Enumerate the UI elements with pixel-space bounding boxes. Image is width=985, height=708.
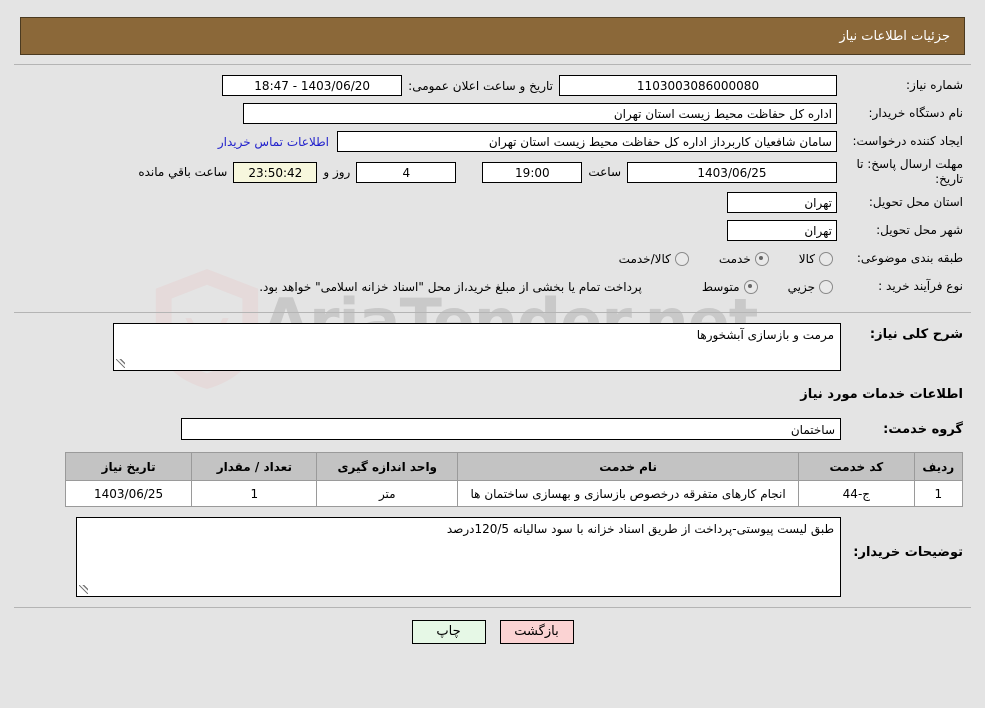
- cell-name: انجام کارهای متفرقه درخصوص بازسازی و بهس…: [457, 480, 800, 507]
- deadline-label: مهلت ارسال پاسخ: تا تاریخ:: [856, 157, 963, 186]
- city-value: تهران: [727, 220, 837, 241]
- deadline-date-value: 1403/06/25: [627, 161, 837, 183]
- announce-label: تاریخ و ساعت اعلان عمومی:: [408, 78, 553, 93]
- announce-value: 1403/06/20 - 18:47: [222, 75, 403, 96]
- creator-row: ایجاد کننده درخواست: سامان شافعیان کاربر…: [14, 129, 971, 154]
- category-option-khedmat[interactable]: خدمت: [718, 251, 769, 266]
- table-header-row: ردیف کد خدمت نام خدمت واحد اندازه گیری ت…: [64, 452, 964, 481]
- cell-code: ج-44: [798, 480, 915, 507]
- remark-row: توضیحات خریدار: طبق لیست پیوستی-پرداخت ا…: [14, 517, 963, 597]
- buyer-contact-link[interactable]: اطلاعات تماس خریدار: [210, 135, 337, 149]
- th-code: کد خدمت: [798, 452, 915, 481]
- province-value: تهران: [727, 192, 837, 213]
- print-button[interactable]: چاپ: [411, 620, 486, 644]
- th-unit: واحد اندازه گیری: [316, 452, 459, 481]
- creator-value: سامان شافعیان کاربرداز اداره کل حفاظت مح…: [337, 131, 837, 152]
- service-items-table: ردیف کد خدمت نام خدمت واحد اندازه گیری ت…: [64, 452, 964, 507]
- process-radio-group: جزیي متوسط: [676, 279, 837, 294]
- page-title-bar: جزئیات اطلاعات نیاز: [20, 17, 965, 55]
- deadline-hour-value: 19:00: [482, 161, 583, 183]
- footer-divider: [14, 607, 971, 608]
- category-radio-group: کالا خدمت کالا/خدمت: [593, 251, 837, 266]
- remaining-timer-suffix: ساعت باقي مانده: [138, 165, 228, 179]
- category-option-label: خدمت: [718, 251, 751, 266]
- radio-icon[interactable]: [819, 279, 833, 294]
- group-label: گروه خدمت:: [883, 422, 963, 437]
- group-row: گروه خدمت: ساختمان: [14, 418, 963, 440]
- category-option-label: کالا/خدمت: [618, 251, 671, 266]
- city-row: شهر محل تحویل: تهران: [14, 218, 971, 243]
- province-row: استان محل تحویل: تهران: [14, 190, 971, 215]
- province-label: استان محل تحویل:: [868, 195, 963, 209]
- group-value: ساختمان: [181, 418, 841, 440]
- th-date: تاریخ نیاز: [64, 452, 193, 481]
- process-option-jozee[interactable]: جزیي: [787, 279, 833, 294]
- cell-unit: متر: [316, 480, 459, 507]
- category-option-kala-khedmat[interactable]: کالا/خدمت: [618, 251, 689, 266]
- services-section-title: اطلاعات خدمات مورد نیاز: [800, 387, 963, 402]
- desc-label: شرح کلی نیاز:: [869, 327, 963, 342]
- deadline-hour-label: ساعت: [588, 165, 621, 179]
- remaining-days-suffix: روز و: [323, 165, 351, 179]
- need-detail-section: شرح کلی نیاز: مرمت و بازسازی آبشخورها اط…: [14, 323, 971, 597]
- remark-textarea[interactable]: طبق لیست پیوستی-پرداخت از طریق اسناد خزا…: [76, 517, 841, 597]
- category-row: طبقه بندی موضوعی: کالا خدمت کالا/خدمت: [14, 246, 971, 271]
- remaining-timer-value: 23:50:42: [233, 161, 318, 183]
- back-button[interactable]: بازگشت: [499, 620, 574, 644]
- desc-row: شرح کلی نیاز: مرمت و بازسازی آبشخورها: [14, 323, 963, 371]
- creator-label: ایجاد کننده درخواست:: [852, 134, 963, 148]
- process-option-motevaset[interactable]: متوسط: [701, 279, 758, 294]
- th-name: نام خدمت: [457, 452, 800, 481]
- th-index: ردیف: [913, 452, 964, 481]
- footer-actions: بازگشت چاپ: [0, 620, 985, 644]
- deadline-row: مهلت ارسال پاسخ: تا تاریخ: 1403/06/25 سا…: [14, 157, 971, 187]
- category-label: طبقه بندی موضوعی:: [856, 251, 963, 265]
- radio-icon-selected[interactable]: [754, 251, 769, 266]
- radio-icon[interactable]: [674, 251, 689, 266]
- buyer-org-value: اداره کل حفاظت محیط زیست استان تهران: [243, 103, 837, 124]
- radio-icon-selected[interactable]: [743, 279, 758, 294]
- cell-date: 1403/06/25: [64, 480, 193, 507]
- services-title-row: اطلاعات خدمات مورد نیاز: [14, 377, 963, 412]
- need-info-panel: شماره نیاز: 1103003086000080 تاریخ و ساع…: [14, 64, 971, 313]
- buyer-org-label: نام دستگاه خریدار:: [868, 106, 964, 120]
- radio-icon[interactable]: [819, 251, 833, 266]
- page-title: جزئیات اطلاعات نیاز: [839, 28, 950, 44]
- process-option-label: جزیي: [787, 279, 815, 294]
- cell-index: 1: [913, 480, 964, 507]
- cell-qty: 1: [191, 480, 318, 507]
- remark-label: توضیحات خریدار:: [853, 545, 963, 560]
- table-row: 1 ج-44 انجام کارهای متفرقه درخصوص بازساز…: [64, 480, 964, 507]
- category-option-kala[interactable]: کالا: [798, 251, 833, 266]
- process-note: پرداخت تمام یا بخشی از مبلغ خرید،از محل …: [259, 279, 642, 294]
- th-qty: تعداد / مقدار: [191, 452, 318, 481]
- category-option-label: کالا: [798, 251, 815, 266]
- process-row: نوع فرآیند خرید : جزیي متوسط پرداخت تمام…: [14, 274, 971, 299]
- need-number-row: شماره نیاز: 1103003086000080 تاریخ و ساع…: [14, 73, 971, 98]
- need-number-label: شماره نیاز:: [906, 78, 963, 92]
- process-label: نوع فرآیند خرید :: [878, 279, 963, 293]
- need-number-value: 1103003086000080: [559, 75, 837, 96]
- process-option-label: متوسط: [701, 279, 740, 294]
- remaining-days-value: 4: [356, 161, 457, 183]
- desc-textarea[interactable]: مرمت و بازسازی آبشخورها: [113, 323, 841, 371]
- buyer-org-row: نام دستگاه خریدار: اداره کل حفاظت محیط ز…: [14, 101, 971, 126]
- city-label: شهر محل تحویل:: [876, 223, 963, 237]
